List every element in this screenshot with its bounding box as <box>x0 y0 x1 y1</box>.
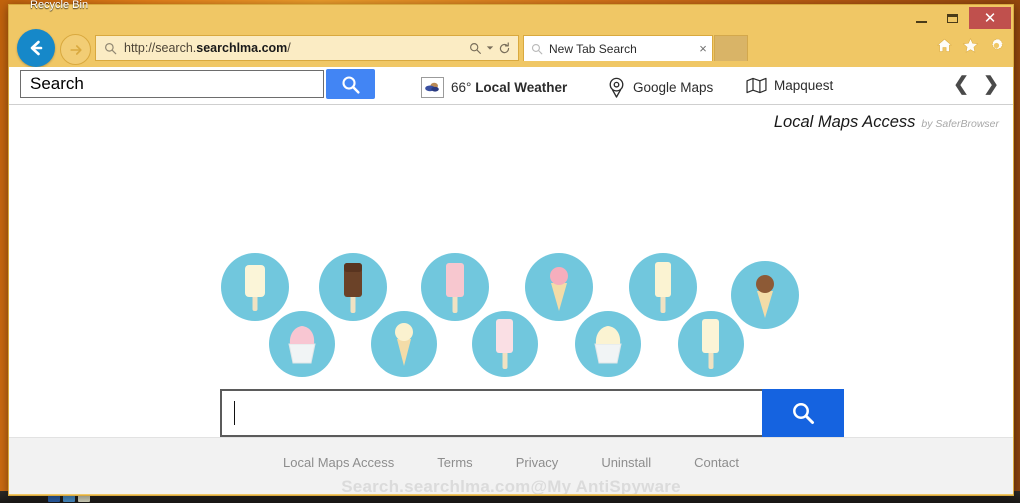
browser-nav-row: http://search.searchlma.com/ New Tab Sea… <box>9 29 1013 67</box>
logo-circle-cupcake-cream <box>575 311 641 377</box>
address-bar[interactable]: http://search.searchlma.com/ <box>95 35 519 61</box>
ice-cream-cone-icon <box>395 323 413 366</box>
toolbar-nav-arrows: ❮ ❯ <box>953 75 999 94</box>
toolbar-prev-icon[interactable]: ❮ <box>953 75 969 94</box>
toolbar-item-mapquest[interactable]: Mapquest <box>746 77 833 94</box>
cupcake-icon <box>288 326 316 364</box>
window-title-bar[interactable]: ✕ <box>9 5 1013 33</box>
browser-window: ✕ http://search.searchlma.com/ New Tab S… <box>8 4 1014 496</box>
main-search-input[interactable] <box>220 389 762 437</box>
main-search-group <box>220 389 844 437</box>
toolbar-next-icon[interactable]: ❯ <box>983 75 999 94</box>
toolbar-search-button[interactable] <box>326 69 375 99</box>
browser-chrome-icons <box>936 37 1005 54</box>
toolbar-item-local-weather[interactable]: 66° Local Weather <box>421 77 567 98</box>
forward-button[interactable] <box>60 34 91 65</box>
tab-close-icon[interactable]: × <box>694 41 712 56</box>
close-icon: ✕ <box>983 10 997 27</box>
address-bar-url: http://search.searchlma.com/ <box>124 41 291 55</box>
magnifier-icon <box>793 403 814 424</box>
magnifier-icon[interactable] <box>469 42 482 55</box>
map-pin-icon <box>609 77 624 98</box>
recycle-bin-label[interactable]: Recycle Bin <box>30 0 88 11</box>
footer-link-uninstall[interactable]: Uninstall <box>601 455 651 470</box>
back-button[interactable] <box>17 29 55 67</box>
logo-circle-cone-vanilla <box>371 311 437 377</box>
main-search-button[interactable] <box>762 389 844 437</box>
magnifier-icon <box>342 75 360 94</box>
toolbar-item-google-maps[interactable]: Google Maps <box>607 77 713 98</box>
footer-link-terms[interactable]: Terms <box>437 455 472 470</box>
address-bar-controls <box>469 41 518 55</box>
toolbar-google-maps-label: Google Maps <box>633 80 714 95</box>
page-content: Local Maps Access by SaferBrowser Local … <box>9 105 1013 494</box>
new-tab-button[interactable] <box>714 35 748 61</box>
browser-tab[interactable]: New Tab Search × <box>523 35 713 61</box>
watermark-text: Search.searchlma.com@My AntiSpyware <box>341 477 681 494</box>
searchlma-toolbar: Search 66° Local Weather Google Maps Map… <box>9 67 1013 105</box>
settings-gear-icon[interactable] <box>988 37 1005 54</box>
reload-icon[interactable] <box>498 41 511 55</box>
maximize-icon <box>946 13 958 23</box>
ice-cream-circles-logo <box>213 249 833 389</box>
folded-map-icon <box>746 77 767 94</box>
toolbar-search-group: Search <box>20 69 375 99</box>
minimize-icon <box>915 20 927 23</box>
brand-subtitle: by SaferBrowser <box>921 118 999 130</box>
chevron-down-icon[interactable] <box>486 44 494 52</box>
popsicle-icon <box>496 319 513 369</box>
window-close-button[interactable]: ✕ <box>969 7 1011 29</box>
popsicle-icon <box>702 319 719 369</box>
footer-link-contact[interactable]: Contact <box>694 455 739 470</box>
toolbar-weather-label: 66° Local Weather <box>451 80 568 95</box>
toolbar-search-input[interactable]: Search <box>20 70 324 98</box>
magnifier-icon <box>105 42 117 54</box>
back-arrow-icon <box>30 40 43 56</box>
brand-header: Local Maps Access by SaferBrowser <box>774 113 999 132</box>
home-icon[interactable] <box>936 37 953 54</box>
footer-link-local-maps-access[interactable]: Local Maps Access <box>283 455 394 470</box>
cupcake-icon <box>594 326 622 364</box>
browser-tab-title: New Tab Search <box>549 41 637 56</box>
window-minimize-button[interactable] <box>906 7 936 29</box>
favorites-star-icon[interactable] <box>962 37 979 54</box>
text-caret <box>234 401 235 425</box>
logo-circle-popsicle-ivory <box>678 311 744 377</box>
footer-links: Local Maps Access Terms Privacy Uninstal… <box>9 455 1013 470</box>
magnifier-icon <box>531 43 543 54</box>
weather-cloud-icon <box>421 77 444 98</box>
page-title: Local Maps Access <box>773 113 916 131</box>
logo-circle-cupcake-pink <box>269 311 335 377</box>
logo-circle-popsicle-pale-pink <box>472 311 538 377</box>
page-footer: Local Maps Access Terms Privacy Uninstal… <box>9 437 1013 494</box>
window-maximize-button[interactable] <box>937 7 967 29</box>
footer-link-privacy[interactable]: Privacy <box>516 455 559 470</box>
forward-arrow-icon <box>69 44 82 55</box>
toolbar-mapquest-label: Mapquest <box>774 78 834 93</box>
